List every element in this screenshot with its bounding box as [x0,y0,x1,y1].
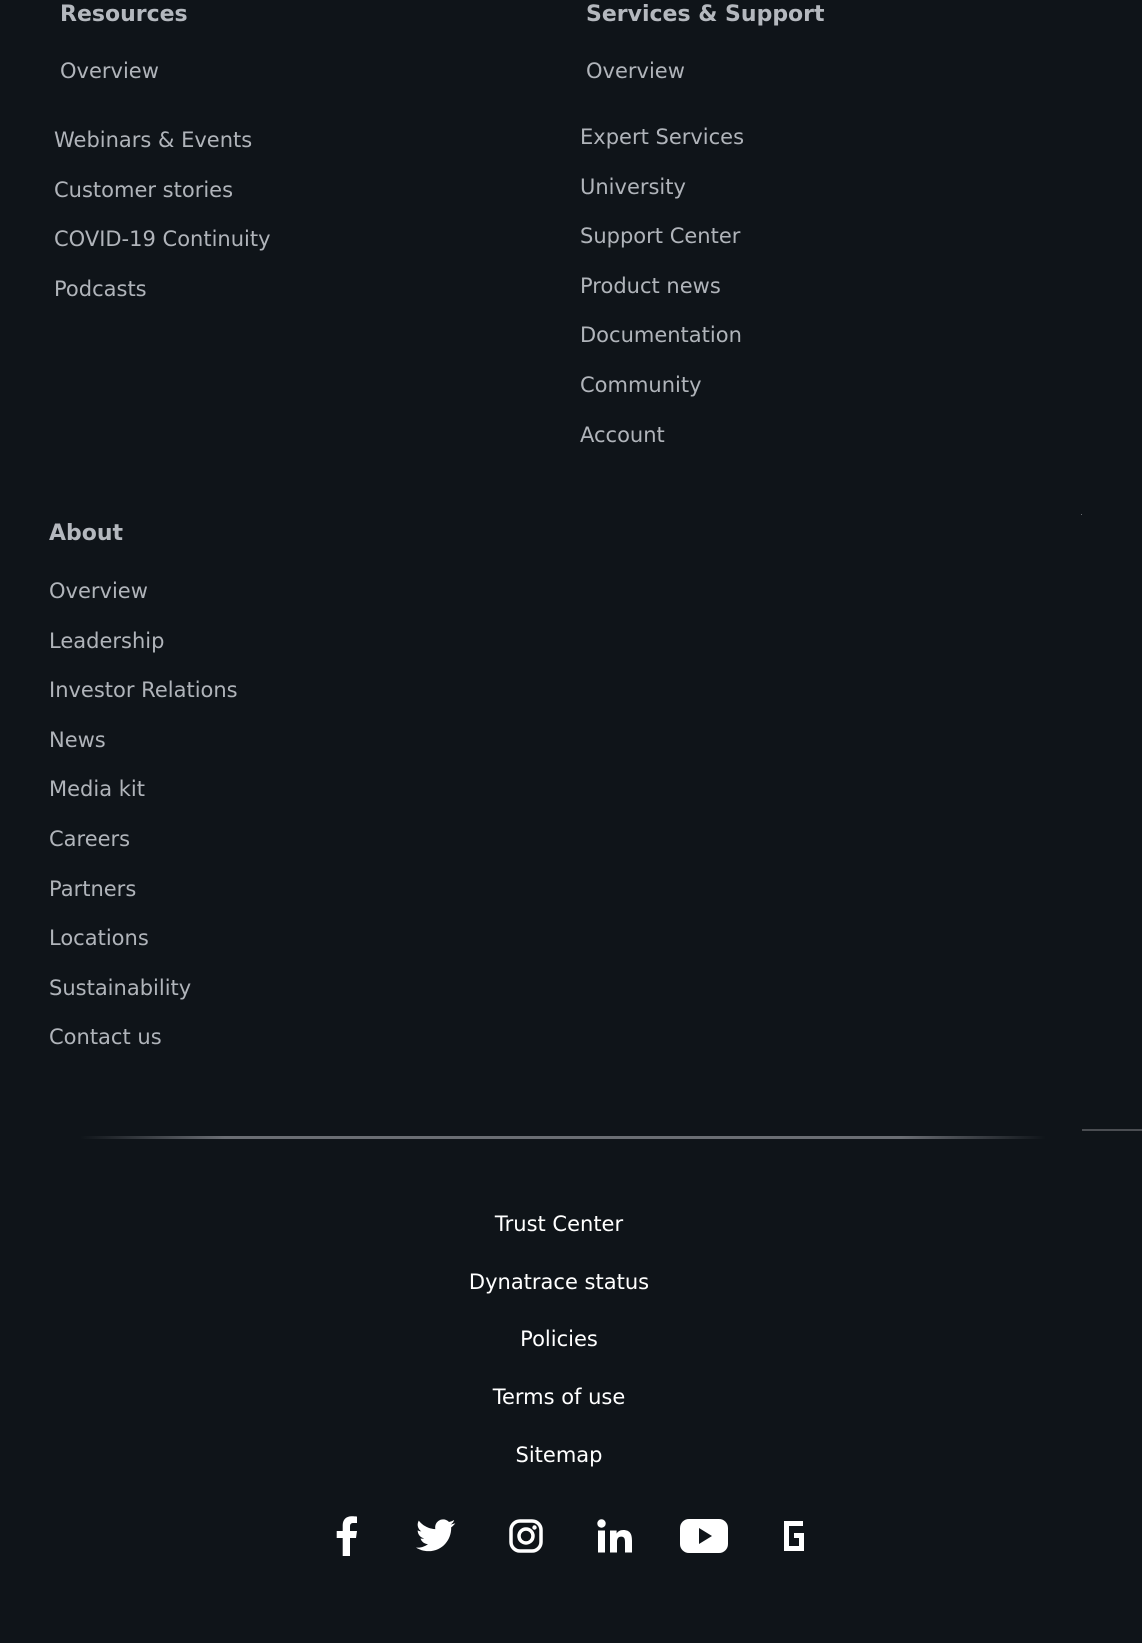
trust-center-link[interactable]: Trust Center [0,1214,1118,1235]
youtube-icon[interactable] [677,1510,731,1562]
about-link-investor-relations[interactable]: Investor Relations [49,680,238,701]
about-heading: About [49,521,124,546]
services-link-account[interactable]: Account [580,425,665,446]
about-link-careers[interactable]: Careers [49,829,130,850]
about-link-overview[interactable]: Overview [49,581,148,602]
terms-of-use-link[interactable]: Terms of use [0,1387,1118,1408]
about-link-contact-us[interactable]: Contact us [49,1027,162,1048]
policies-link[interactable]: Policies [0,1329,1118,1350]
services-heading: Services & Support [586,2,825,27]
about-link-locations[interactable]: Locations [49,928,149,949]
dynatrace-status-link[interactable]: Dynatrace status [0,1272,1118,1293]
footer-divider [80,1136,1046,1139]
edge-divider-fragment [1082,1129,1142,1131]
about-link-sustainability[interactable]: Sustainability [49,978,191,999]
services-link-overview[interactable]: Overview [586,61,685,82]
resources-heading: Resources [60,2,188,27]
services-link-community[interactable]: Community [580,375,702,396]
services-link-expert-services[interactable]: Expert Services [580,127,744,148]
facebook-icon[interactable] [319,1510,373,1562]
decorative-dot [1081,514,1082,515]
instagram-icon[interactable] [499,1510,553,1562]
g2-icon[interactable] [767,1510,821,1562]
services-link-documentation[interactable]: Documentation [580,325,742,346]
services-link-product-news[interactable]: Product news [580,276,721,297]
about-link-partners[interactable]: Partners [49,879,136,900]
twitter-icon[interactable] [409,1510,463,1562]
services-link-support-center[interactable]: Support Center [580,226,740,247]
about-link-leadership[interactable]: Leadership [49,631,164,652]
resources-link-podcasts[interactable]: Podcasts [54,279,147,300]
services-link-university[interactable]: University [580,177,686,198]
resources-link-webinars-events[interactable]: Webinars & Events [54,130,252,151]
about-link-news[interactable]: News [49,730,106,751]
linkedin-icon[interactable] [588,1510,642,1562]
sitemap-link[interactable]: Sitemap [0,1445,1118,1466]
about-link-media-kit[interactable]: Media kit [49,779,145,800]
resources-link-covid-continuity[interactable]: COVID-19 Continuity [54,229,271,250]
resources-link-customer-stories[interactable]: Customer stories [54,180,233,201]
resources-link-overview[interactable]: Overview [60,61,159,82]
